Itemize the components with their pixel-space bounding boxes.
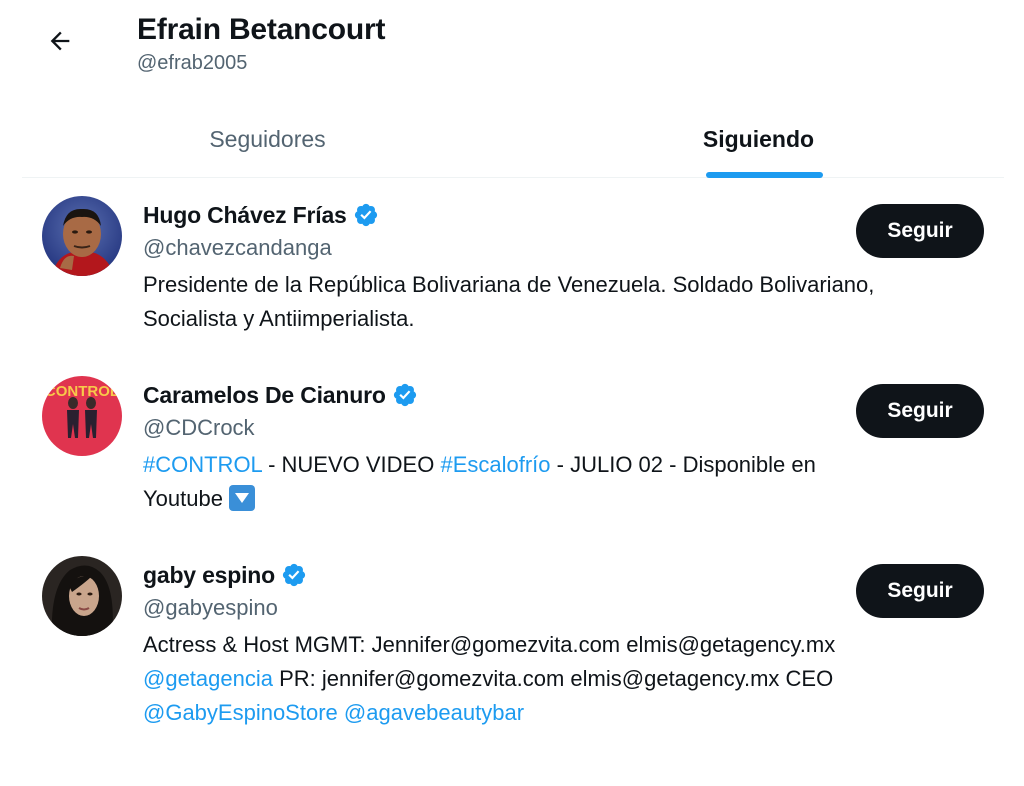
bio-text: - JULIO 02 - Disponible en [550,452,816,477]
user-bio: Actress & Host MGMT: Jennifer@gomezvita.… [143,628,973,730]
svg-text:CONTROL: CONTROL [45,383,119,400]
tab-bar: Seguidores Siguiendo [22,100,1004,178]
follow-button[interactable]: Seguir [856,204,984,258]
following-page: Efrain Betancourt @efrab2005 Seguidores … [0,0,1024,786]
user-bio: Presidente de la República Bolivariana d… [143,268,973,336]
bio-text: - NUEVO VIDEO [261,452,441,477]
tab-followers[interactable]: Seguidores [22,100,513,178]
hashtag-link[interactable]: #Escalofrío [440,452,550,477]
list-item[interactable]: gaby espino @gabyespino Actress & Host M… [22,540,1004,740]
mention-link[interactable]: @GabyEspinoStore [143,700,338,725]
user-info: Caramelos De Cianuro @CDCrock #CONTROL -… [143,360,983,516]
user-info: gaby espino @gabyespino Actress & Host M… [143,540,983,730]
user-name[interactable]: gaby espino [143,562,275,589]
bio-text: Socialista y Antiimperialista. [143,306,415,331]
avatar[interactable]: CONTROL [42,376,122,456]
mention-link[interactable]: @getagencia [143,666,273,691]
list-item[interactable]: Hugo Chávez Frías @chavezcandanga Presid… [22,180,1004,360]
verified-badge-icon [392,382,418,408]
avatar[interactable] [42,556,122,636]
bio-text: Presidente de la República Bolivariana d… [143,272,875,297]
profile-name: Efrain Betancourt [137,13,386,46]
user-bio: #CONTROL - NUEVO VIDEO #Escalofrío - JUL… [143,448,973,516]
tab-following[interactable]: Siguiendo [513,100,1004,178]
user-name[interactable]: Hugo Chávez Frías [143,202,347,229]
verified-badge-icon [353,202,379,228]
follow-button[interactable]: Seguir [856,564,984,618]
active-tab-indicator [706,172,823,178]
profile-header: Efrain Betancourt @efrab2005 [137,12,386,78]
user-name[interactable]: Caramelos De Cianuro [143,382,386,409]
bio-text: Youtube [143,486,230,511]
verified-badge-icon [281,562,307,588]
avatar[interactable] [42,196,122,276]
bio-text: Actress & Host MGMT: Jennifer@gomezvita.… [143,632,836,657]
arrow-left-icon [46,27,74,60]
back-button[interactable] [36,22,84,64]
profile-handle: @efrab2005 [137,52,248,74]
user-info: Hugo Chávez Frías @chavezcandanga Presid… [143,180,983,336]
mention-link[interactable]: @agavebeautybar [344,700,524,725]
down-arrow-emoji-icon [229,485,256,512]
hashtag-link[interactable]: #CONTROL [143,452,262,477]
list-item[interactable]: CONTROL Caramelos De Cianuro @CDCrock #C… [22,360,1004,540]
follow-button[interactable]: Seguir [856,384,984,438]
bio-text: PR: jennifer@gomezvita.com elmis@getagen… [272,666,834,691]
